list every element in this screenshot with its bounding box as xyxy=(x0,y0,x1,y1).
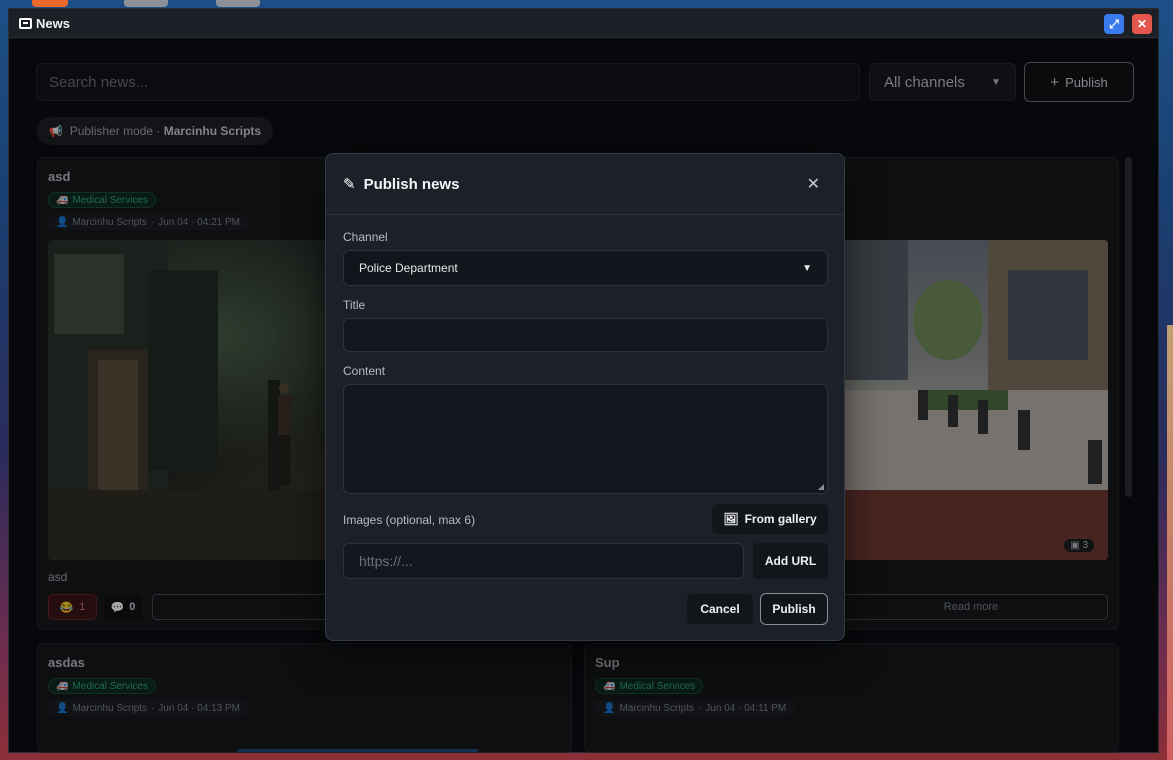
expand-button[interactable]: ⤢ xyxy=(1104,14,1124,34)
modal-header: ✎ Publish news ✕ xyxy=(326,154,844,215)
chevron-down-icon: ▼ xyxy=(802,262,812,274)
taskbar-app-icon[interactable] xyxy=(216,0,260,7)
cancel-button[interactable]: Cancel xyxy=(687,594,753,624)
content-label: Content xyxy=(343,364,386,378)
news-window: News ⤢ ✕ Search news... All channels ▼ +… xyxy=(8,8,1159,753)
newspaper-icon xyxy=(19,17,32,29)
desktop-background xyxy=(1167,325,1173,760)
close-icon: ✕ xyxy=(1136,17,1148,31)
window-title: News xyxy=(36,15,70,31)
add-url-button[interactable]: Add URL xyxy=(753,543,828,579)
content-textarea[interactable]: ◢ xyxy=(343,384,828,494)
title-label: Title xyxy=(343,298,366,312)
close-window-button[interactable]: ✕ xyxy=(1132,14,1152,34)
resize-handle-icon[interactable]: ◢ xyxy=(818,482,824,491)
modal-publish-button[interactable]: Publish xyxy=(760,593,828,625)
gallery-icon: 🖼 xyxy=(723,512,739,526)
close-icon: ✕ xyxy=(806,176,820,193)
channel-select-value: Police Department xyxy=(359,261,458,275)
taskbar-app-icon[interactable] xyxy=(124,0,168,7)
modal-title: Publish news xyxy=(363,175,460,193)
title-input[interactable] xyxy=(343,318,828,352)
image-url-input[interactable]: https://... xyxy=(343,543,744,579)
news-content: Search news... All channels ▼ + Publish … xyxy=(9,39,1158,753)
window-titlebar[interactable]: News ⤢ ✕ xyxy=(9,9,1158,38)
publish-news-modal: ✎ Publish news ✕ Channel Police Departme… xyxy=(325,153,845,641)
pencil-icon: ✎ xyxy=(343,176,356,193)
images-label: Images (optional, max 6) xyxy=(343,513,476,527)
desktop-taskbar xyxy=(0,0,1173,8)
from-gallery-button[interactable]: 🖼 From gallery xyxy=(712,504,828,534)
expand-icon: ⤢ xyxy=(1109,16,1119,31)
taskbar-app-icon[interactable] xyxy=(32,0,68,7)
channel-label: Channel xyxy=(343,230,388,244)
channel-select[interactable]: Police Department ▼ xyxy=(343,250,828,286)
close-modal-button[interactable]: ✕ xyxy=(807,174,820,194)
